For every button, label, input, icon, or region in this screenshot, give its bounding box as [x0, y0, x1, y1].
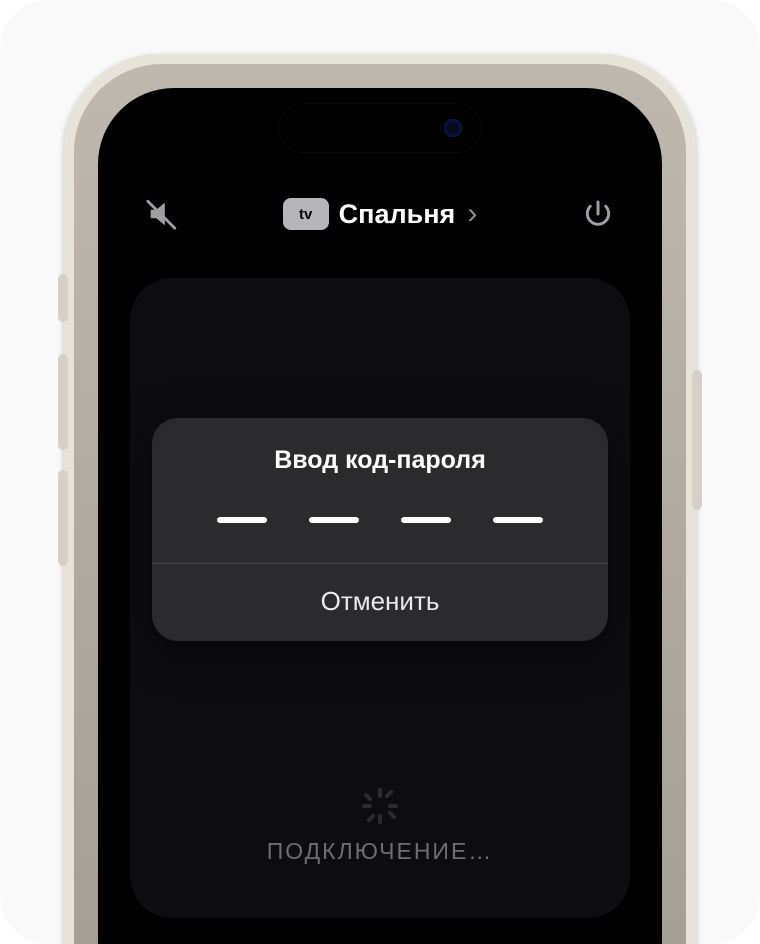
loading-spinner-icon	[360, 786, 400, 826]
phone-frame: tv Спальня ›	[64, 54, 696, 944]
side-button-silence	[58, 274, 68, 322]
passcode-digit	[309, 517, 359, 523]
front-camera-icon	[444, 119, 462, 137]
dynamic-island	[280, 104, 480, 152]
canvas: tv Спальня ›	[0, 0, 760, 944]
apple-tv-badge-icon: tv	[283, 198, 329, 230]
remote-top-bar: tv Спальня ›	[98, 184, 662, 244]
dialog-title: Ввод код-пароля	[152, 418, 608, 495]
side-button-volume-up	[58, 354, 68, 450]
device-picker[interactable]: tv Спальня ›	[283, 197, 478, 231]
cancel-button[interactable]: Отменить	[152, 564, 608, 641]
phone-bezel: tv Спальня ›	[74, 64, 686, 944]
passcode-digit	[217, 517, 267, 523]
screen: tv Спальня ›	[98, 88, 662, 944]
power-icon	[582, 198, 614, 230]
passcode-dialog: Ввод код-пароля Отменить	[152, 418, 608, 641]
side-button-power	[692, 370, 702, 510]
speaker-muted-icon	[145, 197, 179, 231]
device-name: Спальня	[339, 199, 456, 230]
mute-button[interactable]	[140, 192, 184, 236]
badge-text: tv	[299, 206, 312, 223]
passcode-input[interactable]	[152, 495, 608, 563]
chevron-right-icon: ›	[467, 197, 477, 231]
power-button[interactable]	[576, 192, 620, 236]
connecting-status: ПОДКЛЮЧЕНИЕ…	[130, 838, 630, 865]
passcode-digit	[401, 517, 451, 523]
side-button-volume-down	[58, 470, 68, 566]
passcode-digit	[493, 517, 543, 523]
